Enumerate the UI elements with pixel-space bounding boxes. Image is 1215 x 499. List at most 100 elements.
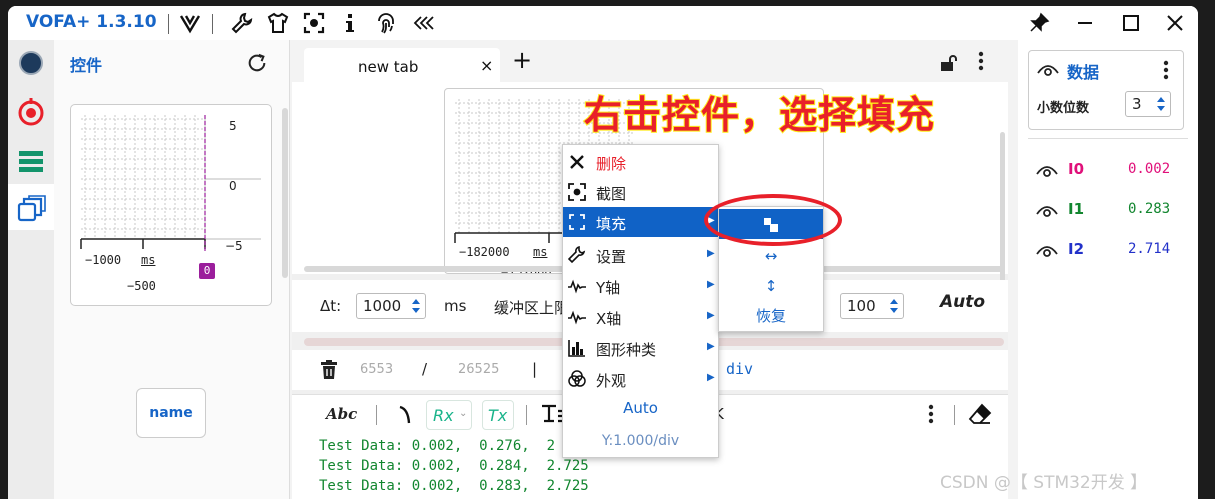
y-tick-label: 5: [229, 119, 237, 133]
channel-value: 0.283: [1128, 201, 1171, 217]
menu-item-y-axis[interactable]: Y轴 ▶: [563, 271, 718, 301]
received-count: 6553: [360, 362, 394, 377]
data-panel-header: 数据 小数位数 3: [1028, 50, 1184, 130]
annotation-highlight-ellipse: [704, 194, 842, 246]
logo-v-icon[interactable]: [178, 11, 202, 35]
status-separator: |: [532, 360, 538, 378]
channel-value: 0.002: [1128, 161, 1171, 177]
chevron-down-icon: ⌄: [459, 408, 468, 419]
menu-y-div-readout: Y:1.000/div: [601, 433, 680, 449]
console-line: Test Data: 0.002, 0.284, 2.725: [319, 458, 589, 474]
menu-item-x-axis[interactable]: X轴 ▶: [563, 302, 718, 332]
hook-icon[interactable]: [398, 405, 412, 425]
auto-button[interactable]: Auto: [940, 292, 985, 312]
menu-item-chart-type[interactable]: 图形种类 ▶: [563, 333, 718, 363]
menu-item-delete[interactable]: 删除: [563, 147, 718, 177]
status-div-label: div: [726, 360, 754, 378]
dt-value: 1000: [363, 297, 402, 315]
collapse-icon[interactable]: [412, 11, 436, 35]
more-vert-icon[interactable]: [1163, 59, 1169, 81]
menu-item-appearance[interactable]: 外观 ▶: [563, 364, 718, 394]
total-count: 26525: [458, 362, 500, 377]
eye-icon[interactable]: [1037, 61, 1059, 77]
minimize-icon[interactable]: [1072, 11, 1098, 35]
submenu-restore[interactable]: 恢复: [719, 301, 823, 331]
close-icon[interactable]: [1162, 11, 1188, 35]
data-panel-divider: [1028, 138, 1188, 139]
activity-bar: [8, 40, 54, 499]
title-separator: [212, 14, 213, 34]
app-title: VOFA+ 1.3.10: [26, 12, 157, 32]
menu-item-label: 截图: [596, 185, 627, 203]
text-format-icon[interactable]: [540, 403, 562, 425]
mini-plot: [80, 115, 261, 251]
add-tab-button[interactable]: +: [512, 46, 532, 74]
widgets-icon[interactable]: [16, 194, 46, 224]
wrench-icon: [568, 246, 586, 264]
trash-icon[interactable]: [320, 360, 338, 380]
channel-value: 2.714: [1128, 241, 1171, 257]
tab-new-tab[interactable]: new tab ×: [304, 48, 500, 82]
x-tick-label: −182000: [459, 245, 510, 259]
menu-item-fill[interactable]: 填充 ▶: [563, 207, 718, 237]
y-tick-label: −5: [225, 239, 243, 253]
x-tick-label: −500: [127, 279, 156, 293]
refresh-icon[interactable]: [246, 52, 268, 74]
decimals-spinbox[interactable]: 3: [1125, 91, 1171, 117]
capture-icon[interactable]: [302, 11, 326, 35]
wrench-icon[interactable]: [230, 11, 254, 35]
canvas-vertical-scrollbar[interactable]: [1000, 132, 1005, 282]
menu-item-label: Y轴: [596, 279, 621, 297]
channel-name: I0: [1068, 160, 1085, 178]
close-icon: [570, 155, 584, 169]
tx-label: Tx: [488, 406, 508, 425]
submenu-arrow-icon: ▶: [707, 310, 715, 321]
rx-toggle[interactable]: Rx ⌄: [426, 400, 472, 430]
right-spinbox[interactable]: 100: [840, 293, 904, 319]
menu-item-label: X轴: [596, 310, 622, 328]
submenu-arrow-icon: ▶: [707, 341, 715, 352]
spin-arrows-icon[interactable]: [411, 297, 421, 315]
menu-item-screenshot[interactable]: 截图: [563, 177, 718, 207]
tx-toggle[interactable]: Tx: [482, 400, 514, 430]
maximize-icon[interactable]: [1118, 11, 1144, 35]
unlock-icon[interactable]: [940, 54, 958, 72]
eraser-icon[interactable]: [968, 403, 992, 425]
submenu-fill-vertical[interactable]: ↕: [719, 271, 823, 301]
channel-row-i2[interactable]: I2 2.714: [1032, 236, 1182, 262]
spin-arrows-icon[interactable]: [889, 297, 899, 315]
waveform-widget-thumbnail[interactable]: 5 0 −5 −1000 ms −500 0: [70, 104, 272, 306]
name-button[interactable]: name: [136, 388, 206, 438]
eye-icon[interactable]: [1036, 162, 1058, 178]
tab-close-button[interactable]: ×: [480, 56, 493, 75]
abc-toggle[interactable]: Abc: [326, 405, 357, 423]
menu-item-auto[interactable]: Auto: [563, 399, 718, 417]
widgets-scrollbar[interactable]: [282, 108, 288, 278]
dt-spinbox[interactable]: 1000: [356, 293, 426, 319]
pin-icon[interactable]: [1026, 11, 1052, 35]
title-bar: VOFA+ 1.3.10: [8, 6, 1198, 40]
channel-row-i1[interactable]: I1 0.283: [1032, 196, 1182, 222]
submenu-arrow-icon: ▶: [707, 372, 715, 383]
spin-arrows-icon[interactable]: [1156, 95, 1166, 113]
list-icon[interactable]: [16, 146, 46, 176]
watermark-text: CSDN @【 STM32开发 】: [940, 473, 1148, 493]
cursor-badge: 0: [199, 263, 215, 279]
fingerprint-icon[interactable]: [374, 11, 398, 35]
connection-dot-icon[interactable]: [16, 48, 46, 78]
eye-icon[interactable]: [1036, 202, 1058, 218]
info-icon[interactable]: [338, 11, 362, 35]
eye-icon[interactable]: [1036, 242, 1058, 258]
menu-item-settings[interactable]: 设置 ▶: [563, 240, 718, 270]
channel-name: I2: [1068, 240, 1085, 258]
rx-label: Rx: [433, 406, 454, 425]
more-vert-icon[interactable]: [978, 50, 984, 72]
more-vert-icon[interactable]: [928, 403, 934, 425]
shirt-icon[interactable]: [266, 11, 290, 35]
record-icon[interactable]: [16, 98, 46, 128]
channel-row-i0[interactable]: I0 0.002: [1032, 156, 1182, 182]
widgets-panel: 控件 5 0 −5 −1000 ms −500 0 name: [54, 40, 290, 499]
right-spin-value: 100: [847, 297, 876, 315]
wave-icon: [568, 310, 586, 325]
x-tick-label: −1000: [85, 253, 122, 267]
